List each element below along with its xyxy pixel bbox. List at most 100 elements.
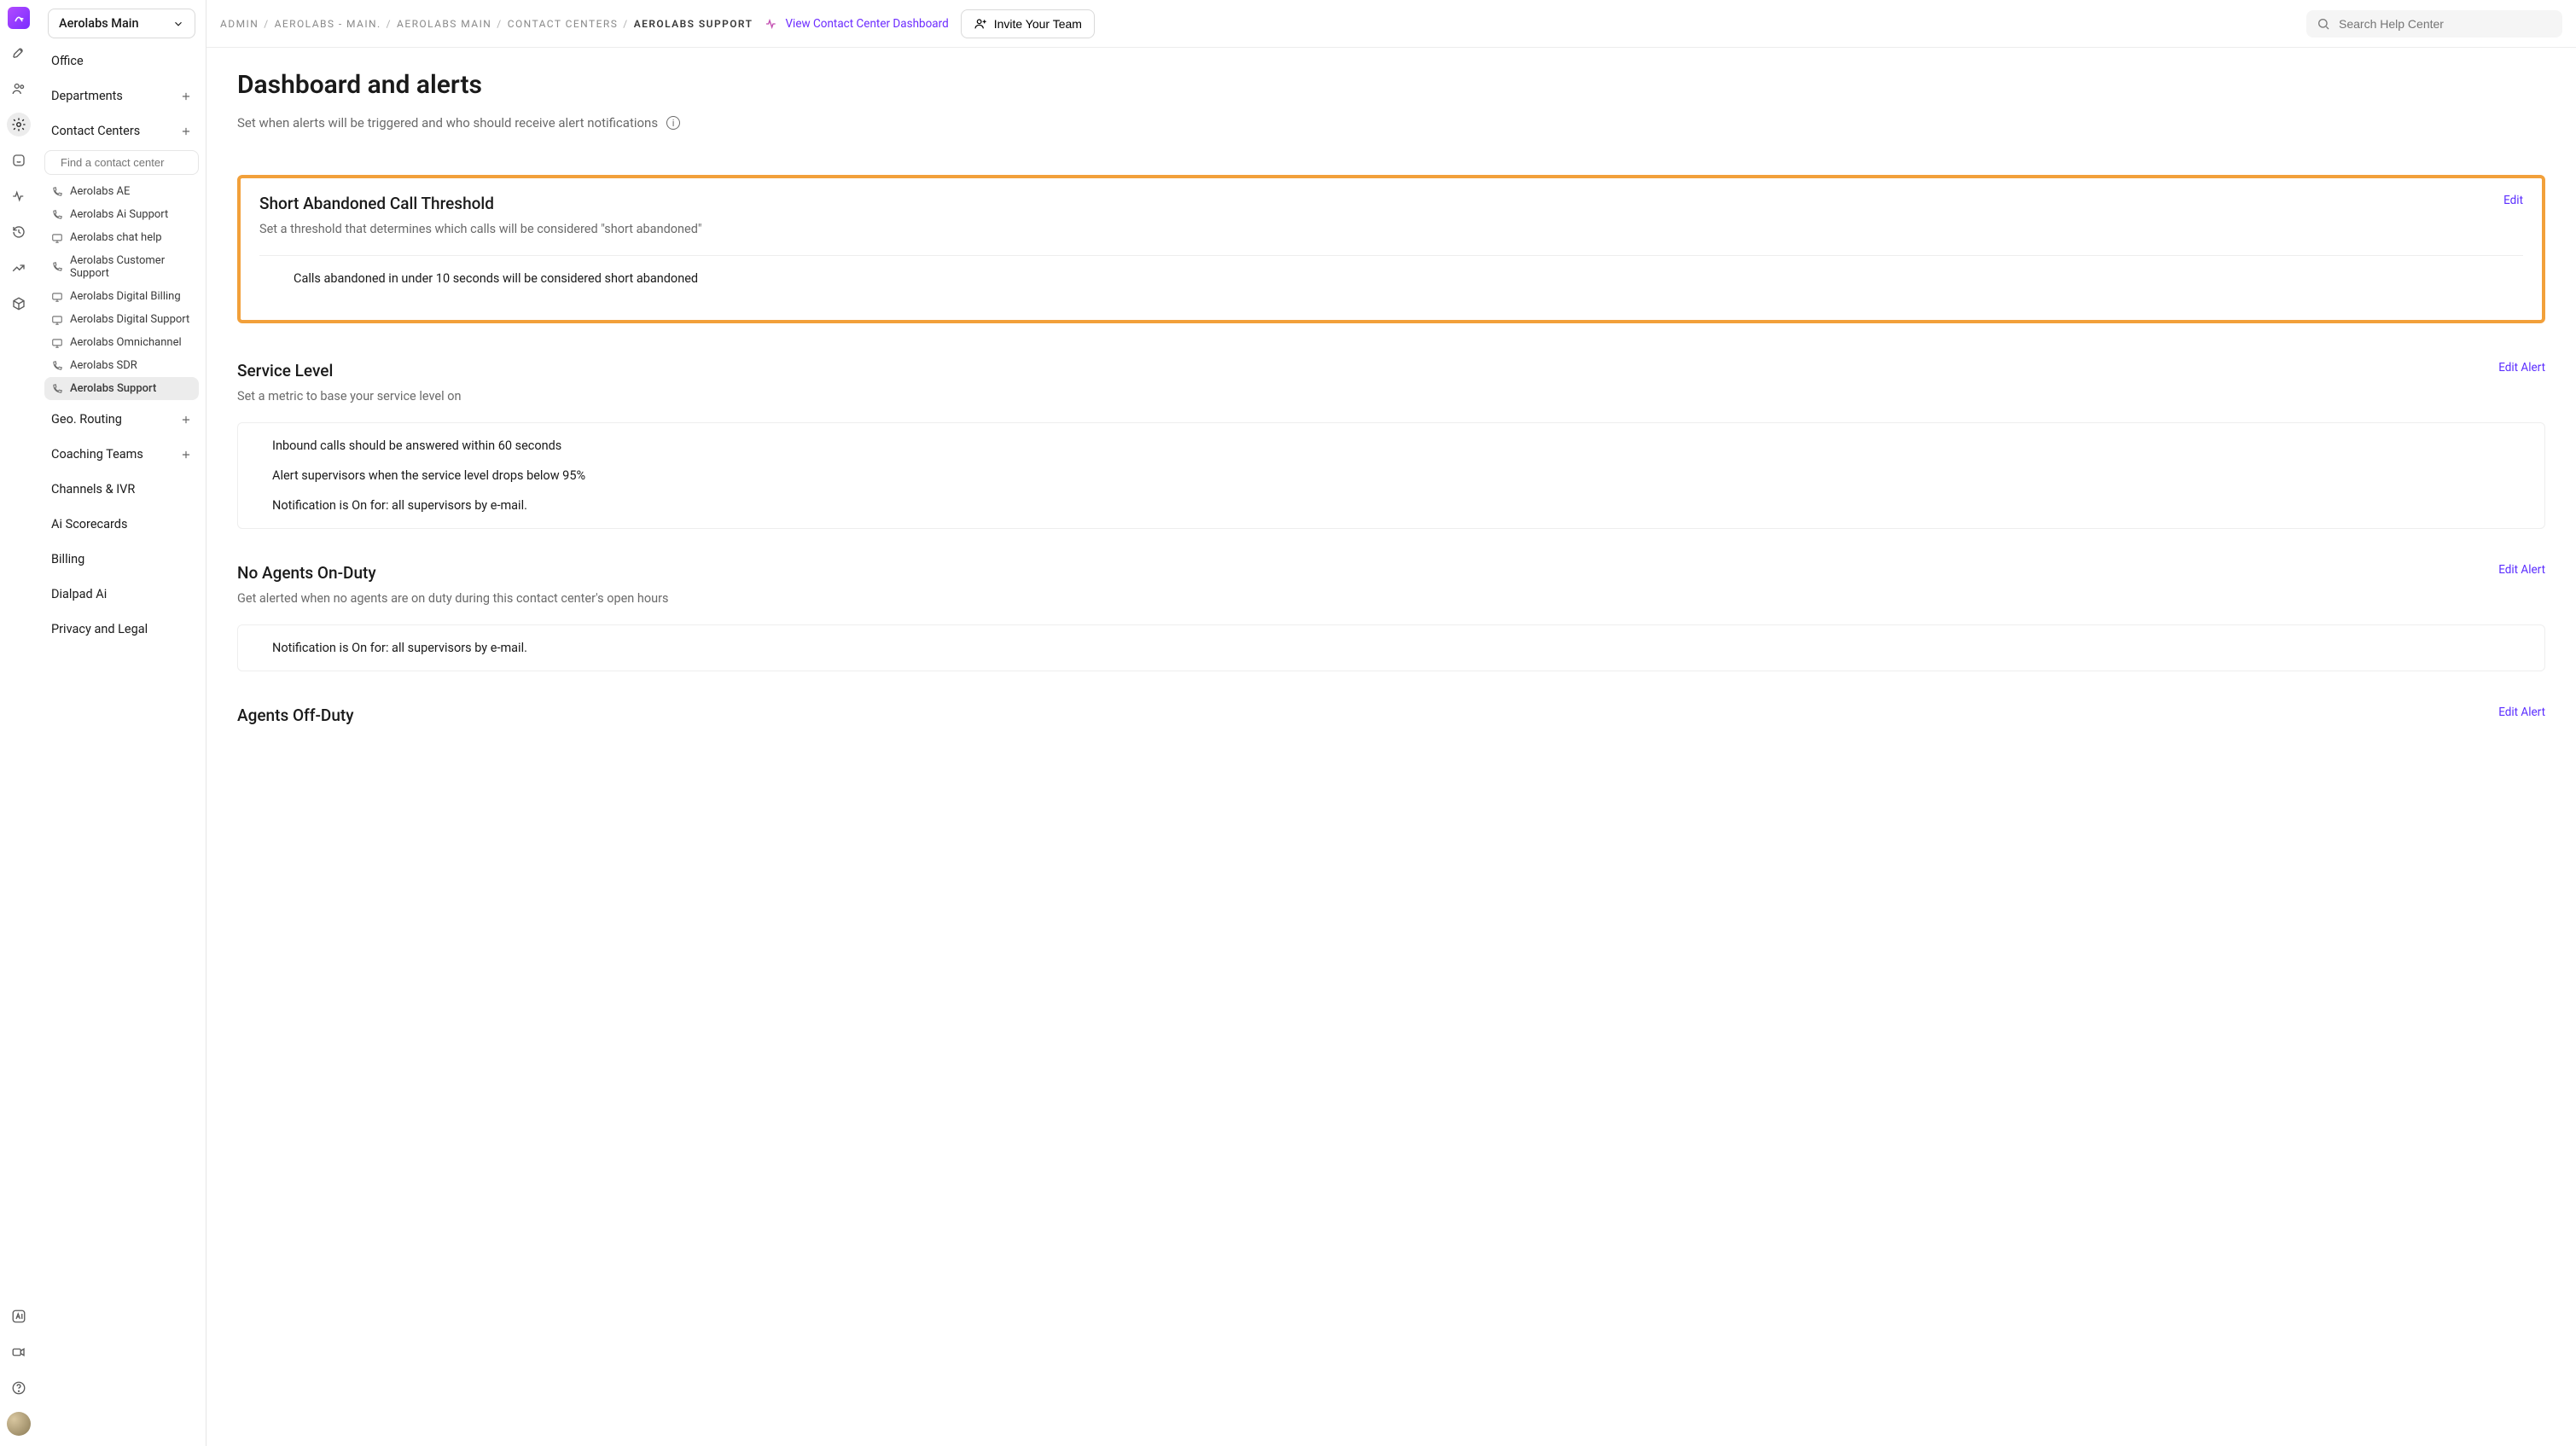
contact-center-item[interactable]: Aerolabs AE: [44, 180, 199, 203]
activity-icon: [765, 17, 778, 31]
page-title: Dashboard and alerts: [237, 70, 2545, 100]
nav-dialpad-ai[interactable]: Dialpad Ai: [38, 577, 206, 612]
monitor-icon: [51, 291, 63, 303]
card-body-line: Alert supervisors when the service level…: [272, 468, 2510, 483]
nav-office[interactable]: Office: [38, 44, 206, 78]
activity-icon[interactable]: [7, 184, 31, 208]
nav-coaching-teams[interactable]: Coaching Teams: [38, 437, 206, 472]
phone-icon: [51, 360, 63, 372]
card-title: Agents Off-Duty: [237, 706, 354, 725]
breadcrumb-separator: /: [497, 18, 502, 30]
contact-center-search-input[interactable]: [61, 156, 206, 169]
contact-center-label: Aerolabs Omnichannel: [70, 336, 182, 349]
workspace-selector[interactable]: Aerolabs Main: [48, 9, 195, 38]
help-search-input[interactable]: [2339, 17, 2552, 31]
contact-center-item[interactable]: Aerolabs Digital Billing: [44, 285, 199, 308]
nav-contact-centers[interactable]: Contact Centers: [38, 113, 206, 148]
nav-label: Channels & IVR: [51, 482, 135, 497]
card-desc: Set a metric to base your service level …: [237, 389, 461, 404]
contact-center-label: Aerolabs SDR: [70, 359, 137, 372]
app-logo[interactable]: [8, 7, 30, 29]
nav-label: Geo. Routing: [51, 412, 122, 427]
page-subtitle: Set when alerts will be triggered and wh…: [237, 115, 658, 131]
breadcrumb-item[interactable]: CONTACT CENTERS: [508, 18, 619, 30]
apps-icon[interactable]: [7, 148, 31, 172]
nav-channels-ivr[interactable]: Channels & IVR: [38, 472, 206, 507]
nav-departments[interactable]: Departments: [38, 78, 206, 113]
breadcrumb-item[interactable]: AEROLABS MAIN: [397, 18, 491, 30]
edit-alert-link[interactable]: Edit Alert: [2498, 706, 2545, 719]
contact-center-item[interactable]: Aerolabs Omnichannel: [44, 331, 199, 354]
info-icon[interactable]: i: [666, 116, 680, 130]
view-dashboard-link[interactable]: View Contact Center Dashboard: [765, 17, 948, 31]
breadcrumb-item[interactable]: ADMIN: [220, 18, 259, 30]
card-short-abandoned: Short Abandoned Call Threshold Set a thr…: [237, 175, 2545, 323]
plus-icon[interactable]: [180, 449, 192, 461]
link-label: View Contact Center Dashboard: [785, 17, 948, 31]
nav-ai-scorecards[interactable]: Ai Scorecards: [38, 507, 206, 542]
breadcrumb-separator: /: [264, 18, 269, 30]
contact-center-label: Aerolabs Ai Support: [70, 208, 168, 221]
edit-alert-link[interactable]: Edit Alert: [2498, 563, 2545, 577]
contact-center-label: Aerolabs Customer Support: [70, 254, 192, 280]
contact-center-search[interactable]: [44, 150, 199, 175]
rocket-icon[interactable]: [7, 41, 31, 65]
nav-label: Contact Centers: [51, 124, 140, 138]
icon-rail: [0, 0, 38, 1446]
contact-center-label: Aerolabs Digital Support: [70, 313, 189, 326]
contact-center-item[interactable]: Aerolabs Digital Support: [44, 308, 199, 331]
card-body-line: Notification is On for: all supervisors …: [272, 498, 2510, 513]
monitor-icon: [51, 314, 63, 326]
breadcrumb-item[interactable]: AEROLABS - MAIN.: [275, 18, 381, 30]
plus-icon[interactable]: [180, 90, 192, 102]
card-body: Notification is On for: all supervisors …: [237, 624, 2545, 671]
breadcrumb-item: AEROLABS SUPPORT: [634, 18, 753, 30]
content-scroll: Dashboard and alerts Set when alerts wil…: [206, 48, 2576, 1446]
contact-center-label: Aerolabs chat help: [70, 231, 162, 244]
people-icon[interactable]: [7, 77, 31, 101]
search-icon: [2317, 17, 2330, 31]
breadcrumb-separator: /: [623, 18, 628, 30]
trend-icon[interactable]: [7, 256, 31, 280]
card-no-agents: No Agents On-Duty Get alerted when no ag…: [237, 563, 2545, 671]
invite-team-button[interactable]: Invite Your Team: [961, 9, 1095, 38]
contact-center-item[interactable]: Aerolabs Ai Support: [44, 203, 199, 226]
contact-center-item[interactable]: Aerolabs Support: [44, 377, 199, 400]
card-title: Service Level: [237, 361, 461, 380]
phone-icon: [51, 186, 63, 198]
settings-icon[interactable]: [7, 113, 31, 136]
card-desc: Get alerted when no agents are on duty d…: [237, 591, 669, 606]
card-body: Inbound calls should be answered within …: [237, 422, 2545, 529]
contact-center-item[interactable]: Aerolabs chat help: [44, 226, 199, 249]
card-body-line: Notification is On for: all supervisors …: [272, 641, 2510, 655]
video-icon[interactable]: [7, 1340, 31, 1364]
nav-privacy-legal[interactable]: Privacy and Legal: [38, 612, 206, 647]
card-title: Short Abandoned Call Threshold: [259, 194, 702, 213]
contact-center-label: Aerolabs AE: [70, 185, 130, 198]
help-icon[interactable]: [7, 1376, 31, 1400]
plus-icon[interactable]: [180, 125, 192, 137]
plus-icon[interactable]: [180, 414, 192, 426]
edit-link[interactable]: Edit: [2503, 194, 2523, 207]
history-icon[interactable]: [7, 220, 31, 244]
ai-square-icon[interactable]: [7, 1304, 31, 1328]
user-avatar[interactable]: [7, 1412, 31, 1436]
cube-icon[interactable]: [7, 292, 31, 316]
breadcrumb-separator: /: [387, 18, 392, 30]
nav-label: Departments: [51, 89, 123, 103]
card-agents-off: Agents Off-Duty Edit Alert: [237, 706, 2545, 725]
contact-center-item[interactable]: Aerolabs SDR: [44, 354, 199, 377]
monitor-icon: [51, 337, 63, 349]
contact-center-label: Aerolabs Digital Billing: [70, 290, 181, 303]
edit-alert-link[interactable]: Edit Alert: [2498, 361, 2545, 375]
phone-icon: [51, 261, 63, 273]
main-area: ADMIN / AEROLABS - MAIN. / AEROLABS MAIN / CON…: [206, 0, 2576, 1446]
button-label: Invite Your Team: [994, 17, 1082, 31]
nav-billing[interactable]: Billing: [38, 542, 206, 577]
nav-label: Coaching Teams: [51, 447, 143, 462]
help-search[interactable]: [2306, 10, 2562, 38]
contact-center-item[interactable]: Aerolabs Customer Support: [44, 249, 199, 285]
nav-label: Dialpad Ai: [51, 587, 107, 601]
chevron-down-icon: [172, 18, 184, 30]
nav-geo-routing[interactable]: Geo. Routing: [38, 402, 206, 437]
